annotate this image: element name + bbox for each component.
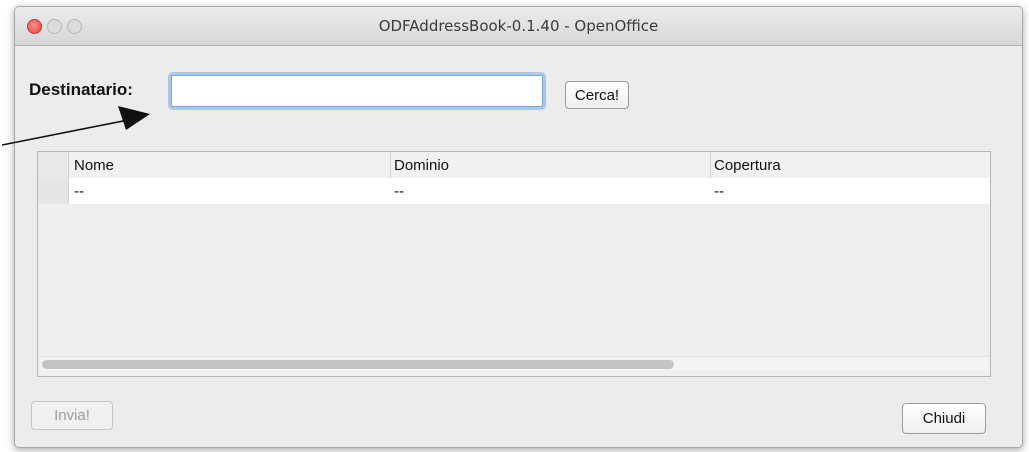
horizontal-scrollbar[interactable] — [40, 356, 988, 370]
scrollbar-thumb[interactable] — [42, 360, 674, 369]
cell-nome: -- — [74, 183, 84, 200]
column-header-dominio[interactable]: Dominio — [394, 157, 449, 174]
title-bar: ODFAddressBook-0.1.40 - OpenOffice — [15, 7, 1022, 46]
row-header[interactable] — [38, 178, 69, 204]
table-row[interactable]: -- -- -- — [38, 178, 990, 204]
recipient-label: Destinatario: — [29, 80, 133, 99]
table-header: Nome Dominio Copertura — [38, 152, 990, 179]
column-header-nome[interactable]: Nome — [74, 157, 114, 174]
cell-copertura: -- — [714, 183, 724, 200]
send-button[interactable]: Invia! — [31, 401, 113, 430]
column-divider[interactable] — [390, 152, 391, 178]
close-button[interactable]: Chiudi — [902, 403, 986, 434]
search-button[interactable]: Cerca! — [565, 81, 629, 109]
window-title: ODFAddressBook-0.1.40 - OpenOffice — [378, 17, 659, 35]
recipient-input[interactable] — [171, 75, 543, 107]
cell-dominio: -- — [394, 183, 404, 200]
column-header-copertura[interactable]: Copertura — [714, 157, 781, 174]
table-corner — [38, 152, 69, 178]
app-window: ODFAddressBook-0.1.40 - OpenOffice Desti… — [14, 6, 1023, 448]
column-divider[interactable] — [710, 152, 711, 178]
results-table: Nome Dominio Copertura -- -- -- — [37, 151, 991, 377]
